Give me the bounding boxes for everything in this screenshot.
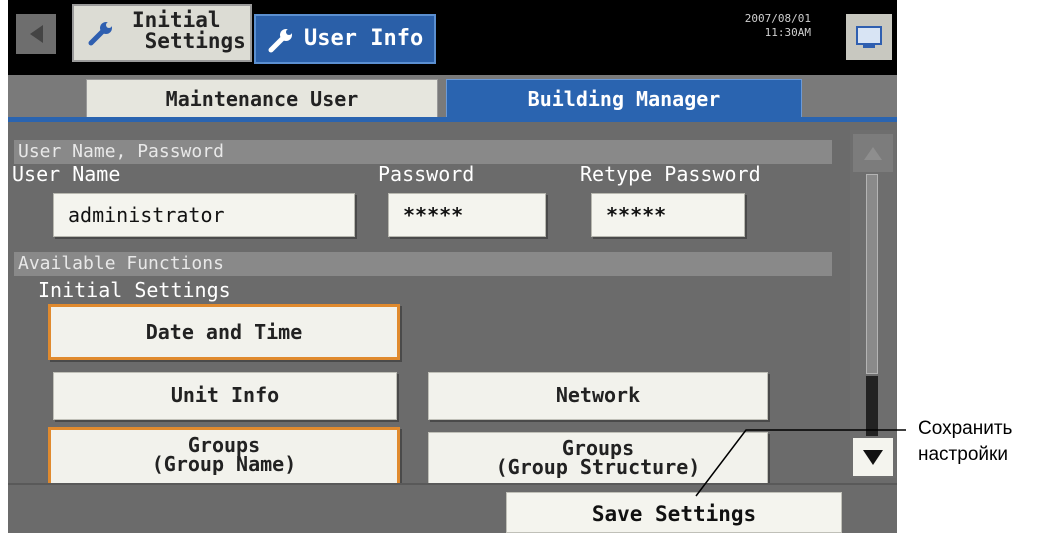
groups-group-name-button[interactable]: Groups (Group Name) bbox=[48, 427, 400, 483]
back-arrow-icon bbox=[29, 25, 43, 43]
user-name-field[interactable]: administrator bbox=[53, 193, 355, 237]
controller-screen: Initial Settings User Info 2007/08/01 11… bbox=[8, 0, 897, 533]
tab-user-info-label: User Info bbox=[304, 26, 424, 51]
save-settings-callout: Сохранить настройки bbox=[918, 416, 1012, 468]
date-and-time-button[interactable]: Date and Time bbox=[48, 304, 400, 360]
scroll-track-lower bbox=[866, 376, 878, 436]
scroll-down-button[interactable] bbox=[853, 438, 893, 476]
tab-initial-settings-label: Initial Settings bbox=[132, 8, 246, 53]
groups-group-structure-button[interactable]: Groups (Group Structure) bbox=[428, 432, 768, 483]
retype-password-field[interactable]: ***** bbox=[591, 193, 745, 237]
callout-line-2: настройки bbox=[918, 444, 1008, 465]
monitor-button[interactable] bbox=[846, 14, 892, 60]
top-bar: Initial Settings User Info 2007/08/01 11… bbox=[8, 0, 897, 75]
password-label: Password bbox=[378, 162, 475, 186]
tab-maintenance-user[interactable]: Maintenance User bbox=[86, 79, 438, 119]
tab-initial-settings[interactable]: Initial Settings bbox=[72, 4, 252, 62]
section-user-name-password: User Name, Password bbox=[14, 140, 832, 164]
date-text: 2007/08/01 bbox=[744, 12, 811, 25]
datetime-display: 2007/08/01 11:30AM bbox=[745, 12, 811, 40]
scroll-up-button[interactable] bbox=[853, 134, 893, 172]
tab-building-manager[interactable]: Building Manager bbox=[446, 79, 802, 119]
scroll-up-icon bbox=[864, 146, 882, 160]
scrollbar[interactable] bbox=[850, 130, 896, 478]
section-available-functions: Available Functions bbox=[14, 252, 832, 276]
retype-password-label: Retype Password bbox=[580, 162, 761, 186]
scroll-down-icon bbox=[863, 449, 883, 465]
network-button[interactable]: Network bbox=[428, 372, 768, 420]
tab-user-info[interactable]: User Info bbox=[254, 14, 436, 64]
scroll-thumb[interactable] bbox=[866, 174, 878, 374]
user-type-tabs: Maintenance User Building Manager bbox=[8, 75, 897, 119]
monitor-icon bbox=[856, 26, 882, 48]
wrench-icon bbox=[88, 22, 112, 46]
user-name-label: User Name bbox=[12, 162, 121, 186]
unit-info-button[interactable]: Unit Info bbox=[53, 372, 397, 420]
save-settings-button[interactable]: Save Settings bbox=[506, 492, 842, 533]
password-field[interactable]: ***** bbox=[388, 193, 546, 237]
callout-line-1: Сохранить bbox=[918, 418, 1013, 439]
time-text: 11:30AM bbox=[764, 26, 811, 39]
settings-panel: User Name, Password User Name Password R… bbox=[8, 122, 848, 483]
back-button[interactable] bbox=[16, 14, 56, 54]
initial-settings-subtitle: Initial Settings bbox=[38, 278, 231, 302]
wrench-icon bbox=[268, 29, 292, 53]
